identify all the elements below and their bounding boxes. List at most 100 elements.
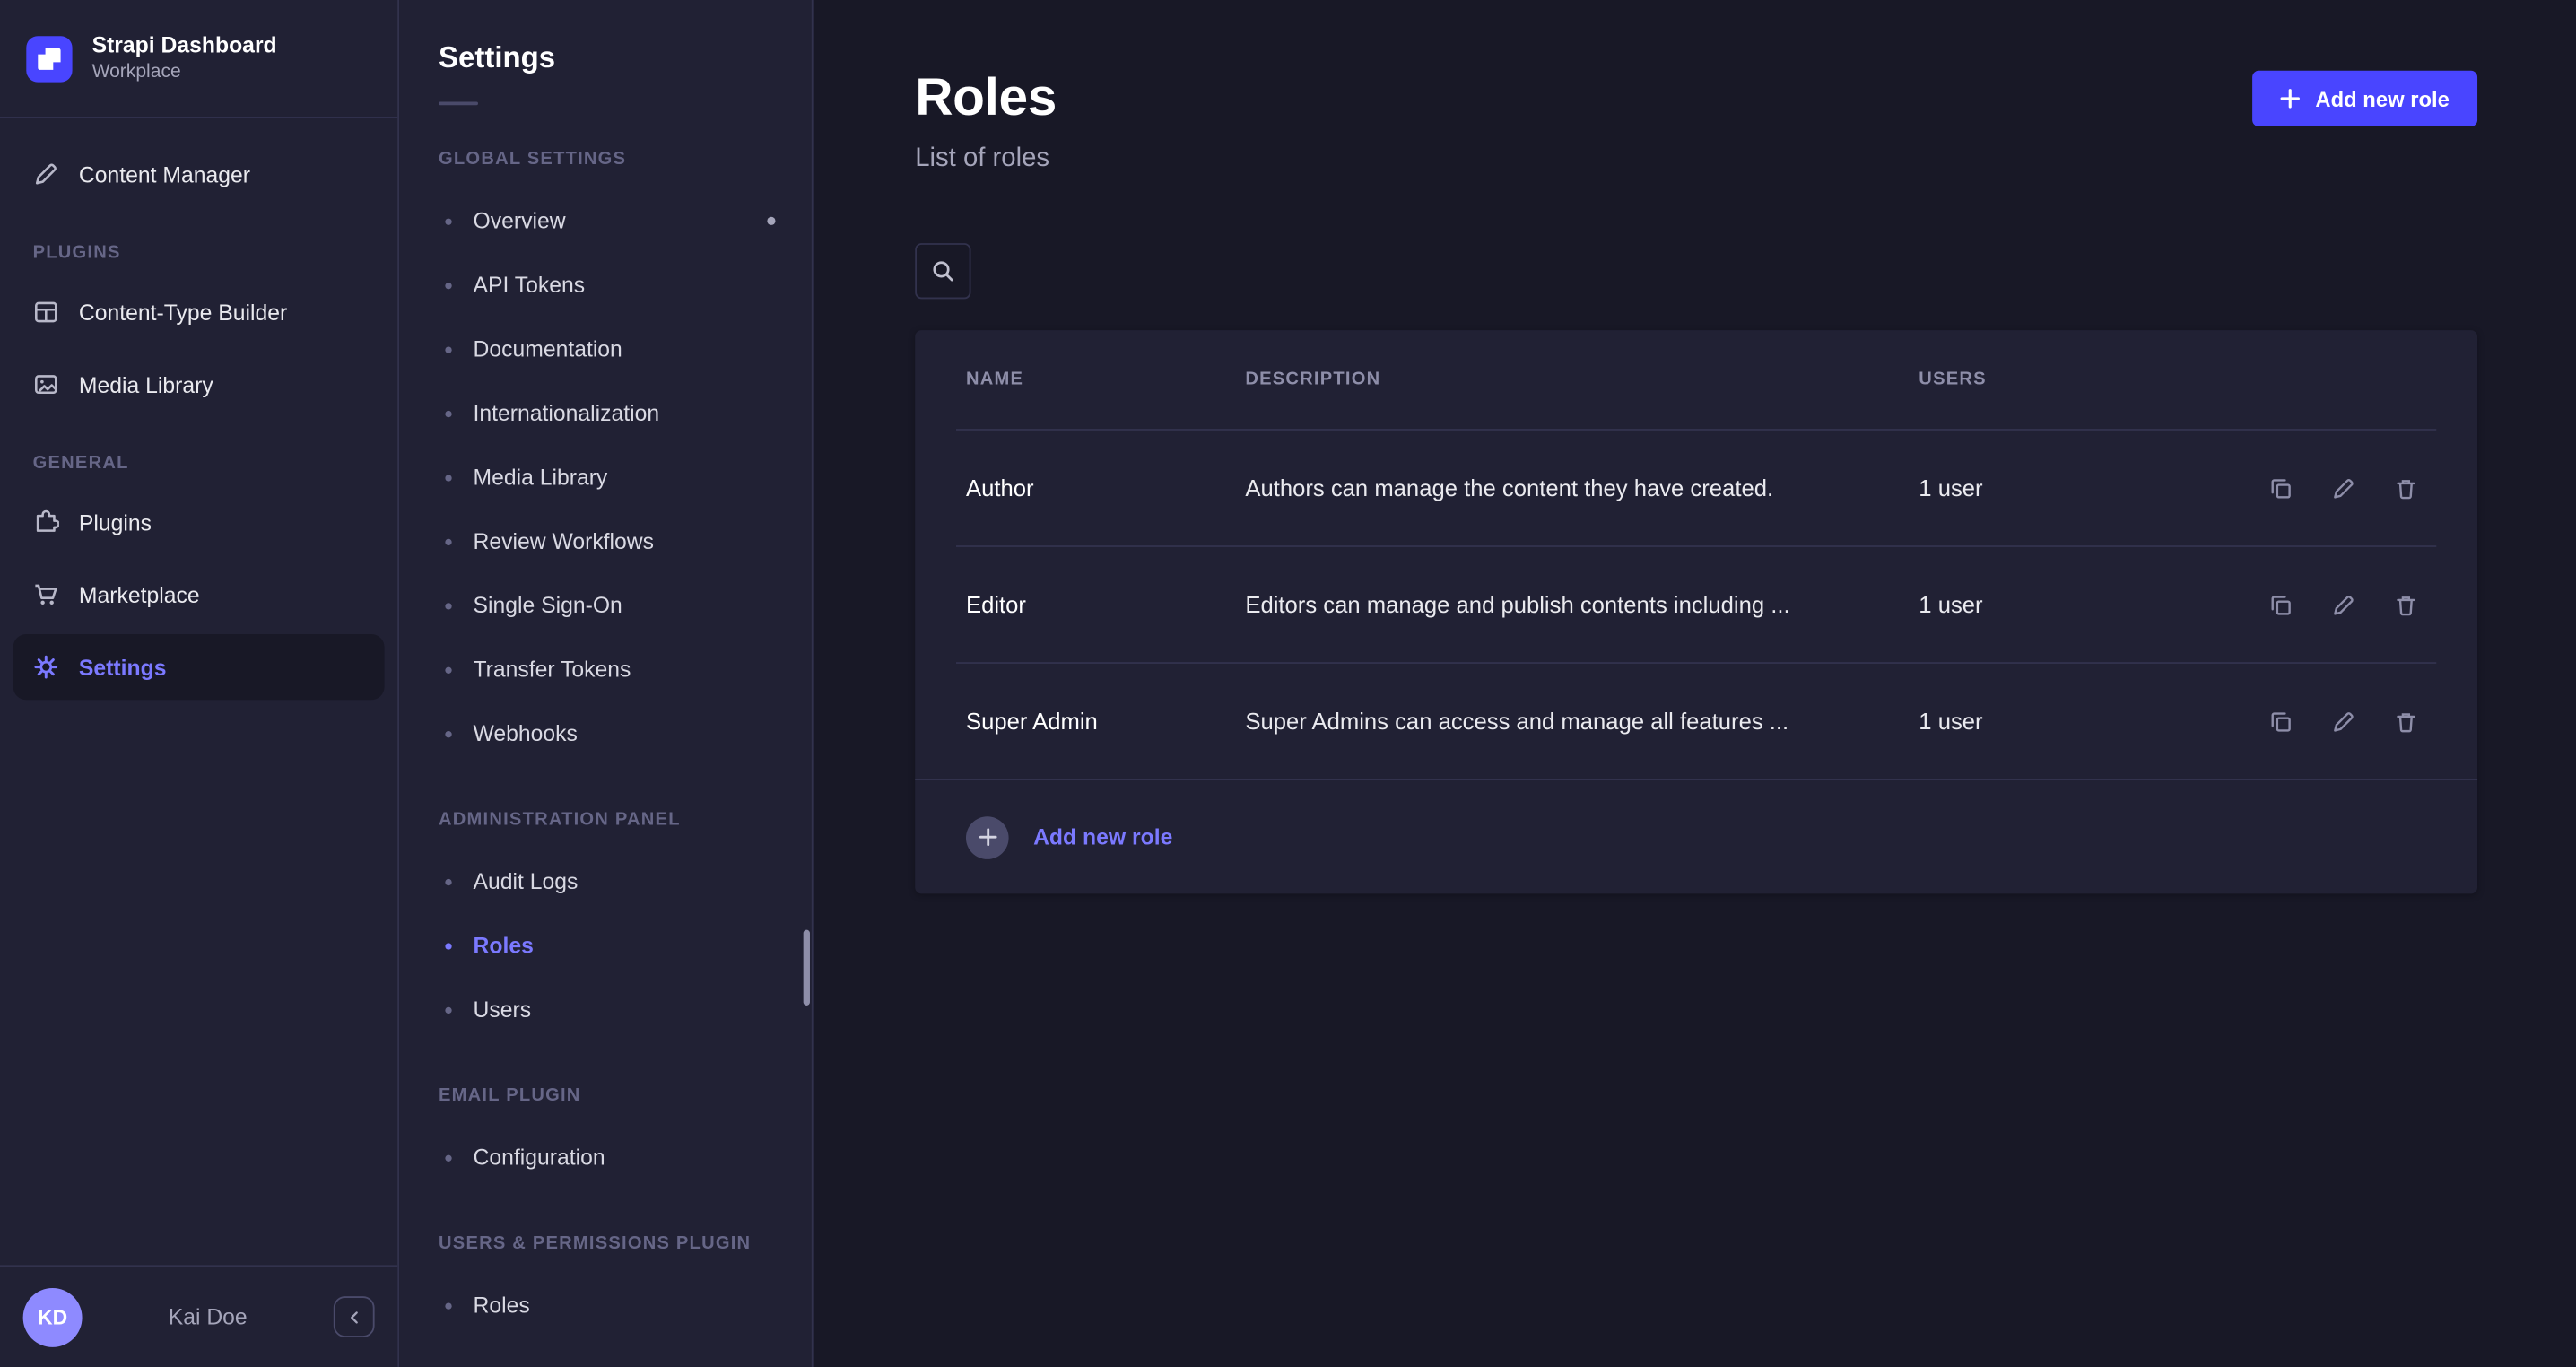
duplicate-button[interactable] [2258, 700, 2302, 743]
bullet-dot-icon [445, 410, 451, 416]
main-sidebar: Strapi Dashboard Workplace Content Manag… [0, 0, 399, 1367]
subnav-section-global-settings: GLOBAL SETTINGS Overview API Tokens Docu… [399, 148, 812, 766]
edit-button[interactable] [2321, 466, 2364, 509]
subnav-item-label: Webhooks [474, 721, 578, 745]
sidebar-item-media-library[interactable]: Media Library [13, 352, 385, 417]
edit-button[interactable] [2321, 583, 2364, 626]
subnav-item-label: Roles [474, 1293, 530, 1317]
subnav-item-configuration[interactable]: Configuration [399, 1126, 812, 1189]
subnav-item-label: Overview [474, 209, 566, 233]
sidebar-item-content-type-builder[interactable]: Content-Type Builder [13, 279, 385, 344]
sidebar-item-label: Content Manager [79, 161, 250, 186]
sidebar-item-settings[interactable]: Settings [13, 634, 385, 700]
subnav-item-api-tokens[interactable]: API Tokens [399, 253, 812, 317]
collapse-sidebar-button[interactable] [334, 1296, 375, 1337]
avatar: KD [23, 1287, 83, 1346]
role-users-cell: 1 user [1919, 708, 2213, 734]
subnav-item-review-workflows[interactable]: Review Workflows [399, 509, 812, 573]
workspace-name: Workplace [92, 60, 277, 84]
app-title: Strapi Dashboard [92, 31, 277, 60]
add-new-role-button[interactable]: Add new role [2253, 71, 2477, 126]
cart-icon [33, 581, 59, 607]
subnav-scrollbar-thumb[interactable] [804, 930, 810, 1006]
delete-button[interactable] [2384, 700, 2427, 743]
delete-button[interactable] [2384, 466, 2427, 509]
subnav-item-audit-logs[interactable]: Audit Logs [399, 849, 812, 913]
sidebar-item-marketplace[interactable]: Marketplace [13, 562, 385, 627]
subnav-item-label: Review Workflows [474, 529, 655, 553]
subnav-item-webhooks[interactable]: Webhooks [399, 701, 812, 765]
sidebar-item-plugins[interactable]: Plugins [13, 490, 385, 555]
search-button[interactable] [915, 243, 970, 299]
layout-icon [33, 299, 59, 325]
strapi-logo-icon [26, 35, 72, 81]
role-description-cell: Editors can manage and publish contents … [1245, 591, 1919, 617]
subnav-item-users[interactable]: Users [399, 978, 812, 1041]
subnav-item-up-roles[interactable]: Roles [399, 1273, 812, 1337]
subnav-item-label: Users [474, 997, 532, 1022]
sidebar-item-label: Media Library [79, 372, 213, 396]
table-header-row: NAME DESCRIPTION USERS [956, 330, 2436, 429]
bullet-dot-icon [445, 942, 451, 948]
bullet-dot-icon [445, 218, 451, 224]
copy-icon [2268, 475, 2293, 500]
subnav-item-single-sign-on[interactable]: Single Sign-On [399, 573, 812, 637]
subnav-item-label: Roles [474, 933, 534, 957]
bullet-dot-icon [445, 474, 451, 480]
subnav-section-users-permissions-plugin: USERS & PERMISSIONS PLUGIN Roles [399, 1232, 812, 1337]
table-row-editor[interactable]: Editor Editors can manage and publish co… [956, 545, 2436, 662]
page-title: Roles [915, 65, 1057, 128]
bullet-dot-icon [445, 666, 451, 673]
table-row-super-admin[interactable]: Super Admin Super Admins can access and … [956, 662, 2436, 779]
sidebar-item-label: Settings [79, 655, 167, 679]
row-actions [2213, 583, 2426, 626]
sidebar-nav: Content Manager PLUGINS Content-Type Bui… [0, 118, 397, 700]
delete-button[interactable] [2384, 583, 2427, 626]
table-row-author[interactable]: Author Authors can manage the content th… [956, 429, 2436, 545]
subnav-item-documentation[interactable]: Documentation [399, 317, 812, 380]
gear-icon [33, 654, 59, 680]
subnav-item-roles[interactable]: Roles [399, 913, 812, 977]
role-users-cell: 1 user [1919, 591, 2213, 617]
pencil-icon [2330, 475, 2354, 500]
role-description-cell: Authors can manage the content they have… [1245, 475, 1919, 501]
trash-icon [2393, 709, 2417, 733]
roles-table: NAME DESCRIPTION USERS Author Authors ca… [915, 330, 2477, 893]
column-header-users: USERS [1919, 370, 2213, 389]
add-circle-icon [966, 815, 1009, 858]
user-area: KD Kai Doe [0, 1265, 397, 1367]
section-label-global-settings: GLOBAL SETTINGS [439, 148, 772, 172]
sidebar-item-content-manager[interactable]: Content Manager [13, 142, 385, 207]
app-brand: Strapi Dashboard Workplace [0, 0, 397, 118]
subnav-divider [439, 102, 478, 106]
subnav-item-overview[interactable]: Overview [399, 189, 812, 253]
section-label-plugins: PLUGINS [13, 213, 385, 279]
app-root: Strapi Dashboard Workplace Content Manag… [0, 0, 2576, 1367]
search-icon [930, 258, 956, 284]
table-footer-add-row[interactable]: Add new role [915, 779, 2477, 893]
picture-icon [33, 371, 59, 397]
duplicate-button[interactable] [2258, 583, 2302, 626]
section-label-users-permissions-plugin: USERS & PERMISSIONS PLUGIN [439, 1232, 772, 1257]
settings-subnav: Settings GLOBAL SETTINGS Overview API To… [399, 0, 814, 1367]
role-users-cell: 1 user [1919, 475, 2213, 501]
bullet-dot-icon [445, 878, 451, 884]
role-name-cell: Super Admin [966, 708, 1245, 734]
section-label-email-plugin: EMAIL PLUGIN [439, 1084, 772, 1109]
sidebar-item-label: Content-Type Builder [79, 300, 287, 324]
subnav-item-label: Configuration [474, 1145, 605, 1170]
user-name: Kai Doe [95, 1304, 320, 1328]
row-actions [2213, 466, 2426, 509]
bullet-dot-icon [445, 730, 451, 736]
subnav-item-transfer-tokens[interactable]: Transfer Tokens [399, 638, 812, 701]
plus-icon [2281, 89, 2301, 109]
subnav-item-label: Single Sign-On [474, 593, 622, 617]
add-new-role-label: Add new role [2315, 86, 2450, 110]
sidebar-item-label: Marketplace [79, 582, 200, 606]
duplicate-button[interactable] [2258, 466, 2302, 509]
subnav-item-internationalization[interactable]: Internationalization [399, 381, 812, 445]
subnav-item-media-library[interactable]: Media Library [399, 445, 812, 509]
edit-button[interactable] [2321, 700, 2364, 743]
bullet-dot-icon [445, 1154, 451, 1161]
bullet-dot-icon [445, 1302, 451, 1309]
